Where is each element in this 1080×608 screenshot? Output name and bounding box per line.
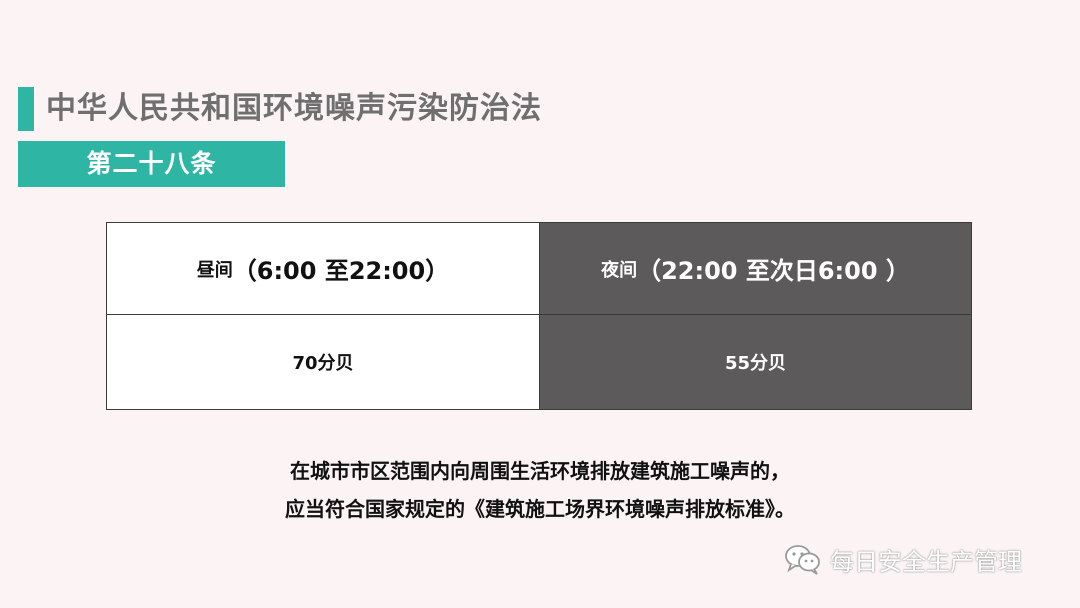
nighttime-label: 夜间 [601,259,638,281]
title-accent-bar [18,87,34,131]
nighttime-limit-cell: 55分贝 [540,315,971,409]
daytime-label: 昼间 [196,259,233,281]
nighttime-range: （22:00 至次日6:00 ） [637,257,910,285]
daytime-limit: 70分贝 [292,353,354,374]
nighttime-limit: 55分贝 [724,353,787,374]
daytime-limit-cell: 70分贝 [107,315,540,409]
note-line-1: 在城市市区范围内向周围生活环境排放建筑施工噪声的， [290,459,790,483]
nighttime-header-cell: 夜间 （22:00 至次日6:00 ） [540,223,971,315]
daytime-range: （6:00 至22:00） [232,257,450,285]
daytime-header-cell: 昼间 （6:00 至22:00） [107,223,540,315]
wechat-icon [785,545,820,575]
page-title: 中华人民共和国环境噪声污染防治法 [46,91,542,126]
note-line-2: 应当符合国家规定的《建筑施工场界环境噪声排放标准》。 [285,497,795,521]
watermark: 每日安全生产管理 [784,541,1022,577]
article-label: 第二十八条 [18,141,285,187]
noise-limit-table: 昼间 （6:00 至22:00） 夜间 （22:00 至次日6:00 ） 70分贝 … [106,222,972,410]
regulation-note: 在城市市区范围内向周围生活环境排放建筑施工噪声的， 应当符合国家规定的《建筑施工… [0,452,1080,528]
watermark-text: 每日安全生产管理 [830,547,1022,576]
